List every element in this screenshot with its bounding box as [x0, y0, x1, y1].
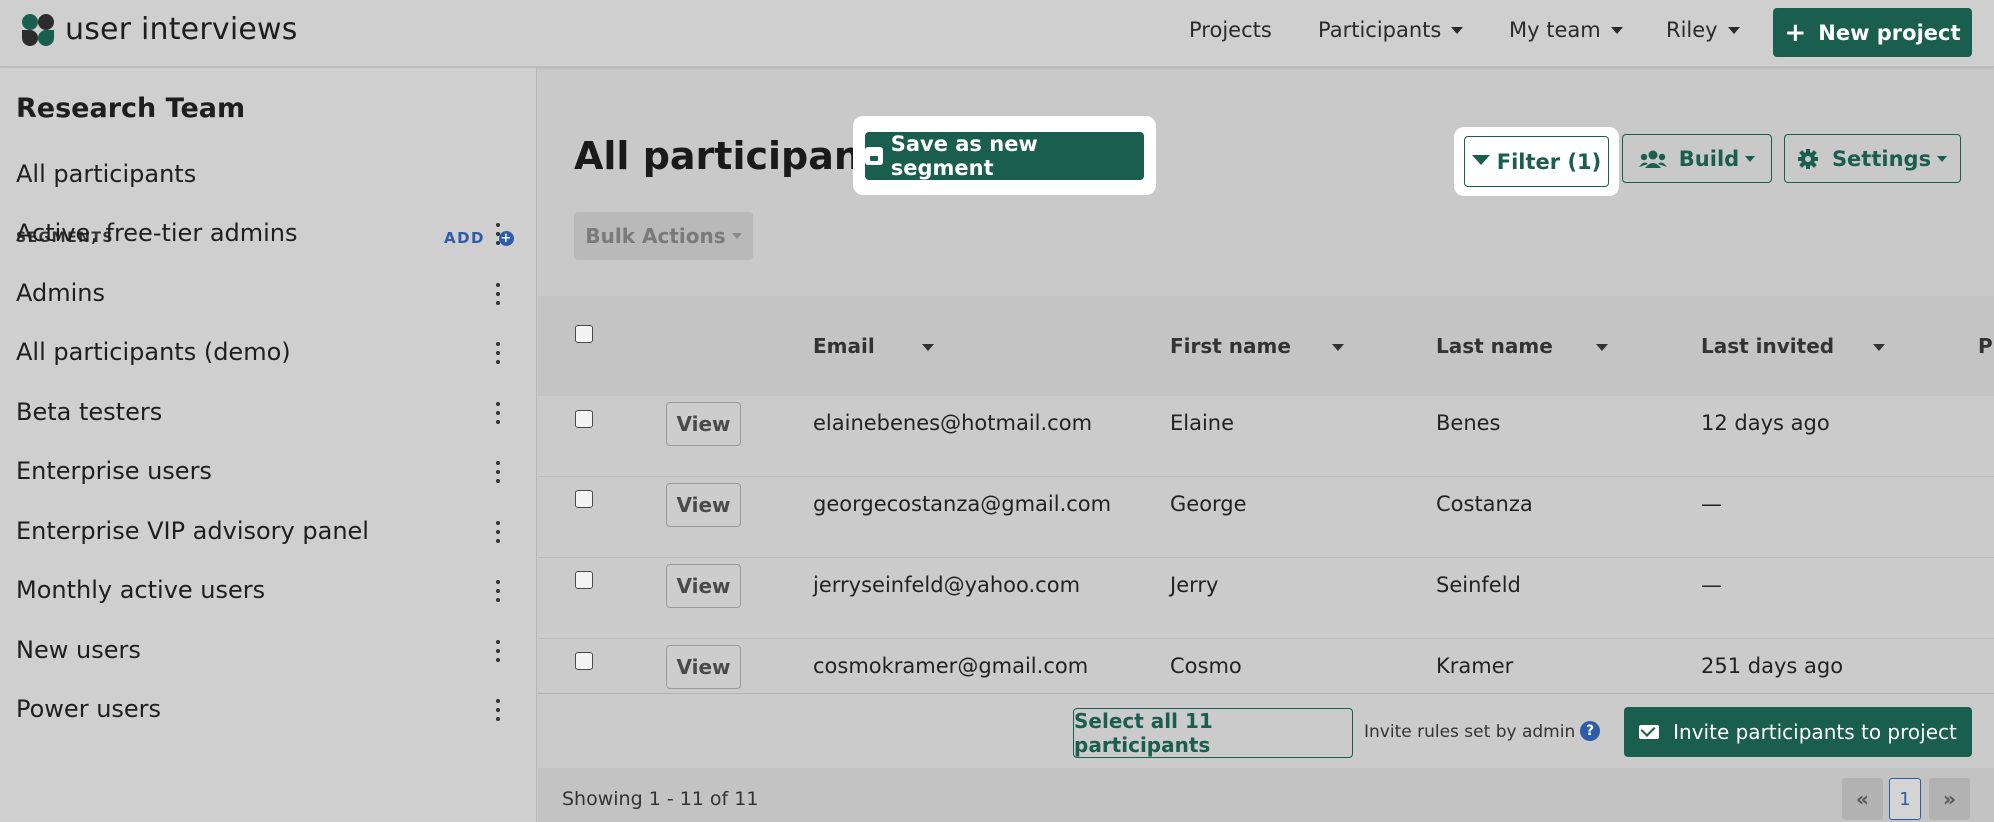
row-checkbox[interactable]	[575, 652, 593, 670]
previous-page-icon[interactable]: «	[1842, 778, 1883, 820]
nav-user-menu[interactable]: Riley	[1666, 18, 1740, 42]
filter-highlight: Filter (1)	[1454, 127, 1619, 196]
build-dropdown[interactable]: Build	[1622, 134, 1772, 183]
row-checkbox[interactable]	[575, 490, 593, 508]
sort-icon[interactable]	[1873, 344, 1885, 351]
save-as-new-segment-button[interactable]: Save as new segment	[865, 132, 1144, 180]
cell-last-invited: 12 days ago	[1701, 411, 1830, 435]
view-button[interactable]: View	[666, 483, 741, 527]
invite-participants-button[interactable]: Invite participants to project	[1624, 707, 1972, 757]
sort-icon[interactable]	[1332, 344, 1344, 351]
chevron-down-icon	[1937, 155, 1948, 162]
more-options-icon[interactable]	[492, 340, 504, 366]
filter-icon	[1471, 154, 1490, 165]
sidebar-item-all-participants[interactable]: All participants	[16, 160, 196, 188]
chevron-down-icon	[1451, 26, 1464, 34]
column-last-invited[interactable]: Last invited	[1701, 334, 1834, 358]
cell-email: elainebenes@hotmail.com	[813, 411, 1093, 435]
cell-last-invited: —	[1701, 492, 1722, 516]
table-row: View georgecostanza@gmail.com George Cos…	[538, 477, 1994, 558]
segment-item[interactable]: New users	[16, 636, 141, 664]
cell-last-name: Seinfeld	[1436, 573, 1521, 597]
more-options-icon[interactable]	[492, 459, 504, 485]
nav-participants[interactable]: Participants	[1318, 18, 1464, 42]
column-email[interactable]: Email	[813, 334, 875, 358]
chevron-down-icon	[1727, 26, 1740, 34]
more-options-icon[interactable]	[492, 400, 504, 426]
column-truncated[interactable]: Pl	[1978, 334, 1994, 358]
segment-item[interactable]: Active, free-tier admins	[16, 219, 298, 247]
row-checkbox[interactable]	[575, 571, 593, 589]
select-all-participants-button[interactable]: Select all 11 participants	[1073, 708, 1353, 758]
more-options-icon[interactable]	[492, 638, 504, 664]
cell-first-name: Elaine	[1170, 411, 1235, 435]
top-nav: user interviews Projects Participants My…	[0, 0, 1994, 67]
sort-icon[interactable]	[1596, 344, 1608, 351]
select-all-checkbox[interactable]	[575, 325, 593, 343]
segment-item[interactable]: Enterprise VIP advisory panel	[16, 517, 369, 545]
cell-last-name: Costanza	[1436, 492, 1533, 516]
cell-last-name: Kramer	[1436, 654, 1514, 678]
more-options-icon[interactable]	[492, 697, 504, 723]
cell-email: jerryseinfeld@yahoo.com	[813, 573, 1081, 597]
more-options-icon[interactable]	[492, 578, 504, 604]
table-row: View elainebenes@hotmail.com Elaine Bene…	[538, 396, 1994, 477]
gear-icon	[1797, 148, 1818, 169]
invite-rules-text: Invite rules set by admin	[1364, 722, 1576, 742]
filter-button[interactable]: Filter (1)	[1464, 136, 1609, 187]
segment-item[interactable]: Enterprise users	[16, 457, 212, 485]
chevron-down-icon	[1610, 26, 1623, 34]
save-segment-highlight: Save as new segment	[853, 116, 1156, 195]
page-1-button[interactable]: 1	[1889, 778, 1921, 820]
cell-first-name: Jerry	[1170, 573, 1219, 597]
help-icon[interactable]: ?	[1580, 721, 1600, 741]
table-row: View cosmokramer@gmail.com Cosmo Kramer …	[538, 639, 1994, 693]
segment-item[interactable]: Monthly active users	[16, 576, 265, 604]
new-project-button[interactable]: + New project	[1773, 8, 1972, 57]
main-content: All participants Save as new segment Fil…	[538, 68, 1994, 822]
plus-icon: +	[1784, 17, 1807, 48]
cell-last-name: Benes	[1436, 411, 1501, 435]
save-icon	[865, 147, 883, 165]
view-button[interactable]: View	[666, 645, 741, 689]
bulk-actions-dropdown[interactable]: Bulk Actions	[574, 212, 753, 260]
next-page-icon[interactable]: »	[1929, 778, 1970, 820]
sidebar: Research Team All participants SEGMENTS …	[0, 68, 537, 822]
nav-projects[interactable]: Projects	[1189, 18, 1272, 42]
segment-item[interactable]: All participants (demo)	[16, 338, 291, 366]
segment-item[interactable]: Beta testers	[16, 398, 162, 426]
users-icon	[1638, 150, 1667, 168]
results-count: Showing 1 - 11 of 11	[562, 788, 759, 810]
more-options-icon[interactable]	[492, 519, 504, 545]
cell-last-invited: 251 days ago	[1701, 654, 1844, 678]
column-last-name[interactable]: Last name	[1436, 334, 1553, 358]
pagination-bar: Showing 1 - 11 of 11 « 1 »	[538, 768, 1994, 822]
cell-first-name: Cosmo	[1170, 654, 1242, 678]
view-button[interactable]: View	[666, 564, 741, 608]
cell-first-name: George	[1170, 492, 1247, 516]
chevron-down-icon	[731, 233, 742, 239]
nav-my-team[interactable]: My team	[1509, 18, 1623, 42]
envelope-icon	[1639, 725, 1660, 739]
column-first-name[interactable]: First name	[1170, 334, 1291, 358]
segment-item[interactable]: Power users	[16, 695, 161, 723]
brand-name[interactable]: user interviews	[65, 12, 298, 47]
team-name: Research Team	[16, 93, 246, 124]
user-interviews-logo-icon[interactable]	[22, 14, 58, 50]
more-options-icon[interactable]	[492, 221, 504, 247]
table-row: View jerryseinfeld@yahoo.com Jerry Seinf…	[538, 558, 1994, 639]
view-button[interactable]: View	[666, 402, 741, 446]
selection-action-bar: Select all 11 participants Invite rules …	[538, 693, 1994, 768]
sort-icon[interactable]	[922, 344, 934, 351]
cell-last-invited: —	[1701, 573, 1722, 597]
table-header: Email First name Last name Last invited …	[538, 296, 1994, 396]
more-options-icon[interactable]	[492, 281, 504, 307]
cell-email: cosmokramer@gmail.com	[813, 654, 1089, 678]
settings-dropdown[interactable]: Settings	[1784, 134, 1961, 183]
segment-item[interactable]: Admins	[16, 279, 105, 307]
cell-email: georgecostanza@gmail.com	[813, 492, 1112, 516]
chevron-down-icon	[1745, 155, 1756, 162]
row-checkbox[interactable]	[575, 410, 593, 428]
